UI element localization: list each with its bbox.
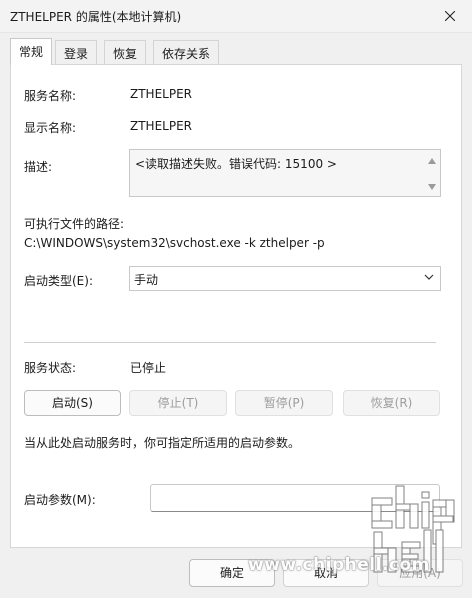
service-status-label: 服务状态: <box>24 361 77 375</box>
close-icon <box>445 11 455 21</box>
startup-type-select[interactable]: 手动 <box>129 266 441 291</box>
display-name-label: 显示名称: <box>24 121 77 135</box>
description-text: <读取描述失败。错误代码: 15100 > <box>135 157 337 171</box>
description-label: 描述: <box>24 160 53 174</box>
tab-recovery[interactable]: 恢复 <box>104 40 147 64</box>
start-params-label: 启动参数(M): <box>24 493 96 507</box>
start-params-hint: 当从此处启动服务时，你可指定所适用的启动参数。 <box>24 436 301 450</box>
service-name-value: ZTHELPER <box>130 87 192 101</box>
resume-button[interactable]: 恢复(R) <box>343 390 440 416</box>
exe-path-value: C:\WINDOWS\system32\svchost.exe -k zthel… <box>24 236 325 250</box>
stop-button[interactable]: 停止(T) <box>129 390 227 416</box>
tab-logon[interactable]: 登录 <box>55 40 98 64</box>
close-button[interactable] <box>432 2 468 30</box>
chevron-down-icon <box>424 274 434 280</box>
exe-path-label: 可执行文件的路径: <box>24 217 125 231</box>
service-name-label: 服务名称: <box>24 89 77 103</box>
service-status-value: 已停止 <box>130 361 167 375</box>
tab-general[interactable]: 常规 <box>10 38 53 65</box>
display-name-value: ZTHELPER <box>130 119 192 133</box>
title-bar: ZTHELPER 的属性(本地计算机) <box>0 0 472 33</box>
description-box[interactable]: <读取描述失败。错误代码: 15100 > <box>129 149 441 197</box>
pause-button[interactable]: 暂停(P) <box>235 390 333 416</box>
tab-dependencies[interactable]: 依存关系 <box>153 40 220 64</box>
startup-type-value: 手动 <box>134 273 159 287</box>
tab-panel <box>10 64 462 548</box>
scroll-up-icon[interactable] <box>428 158 436 164</box>
scroll-down-icon[interactable] <box>428 184 436 190</box>
window-title: ZTHELPER 的属性(本地计算机) <box>10 10 182 24</box>
description-scrollbar[interactable] <box>424 150 440 196</box>
start-button[interactable]: 启动(S) <box>24 390 121 416</box>
startup-type-label: 启动类型(E): <box>24 274 93 288</box>
divider <box>24 342 436 343</box>
watermark-url: www.chiphell.com <box>248 555 430 575</box>
